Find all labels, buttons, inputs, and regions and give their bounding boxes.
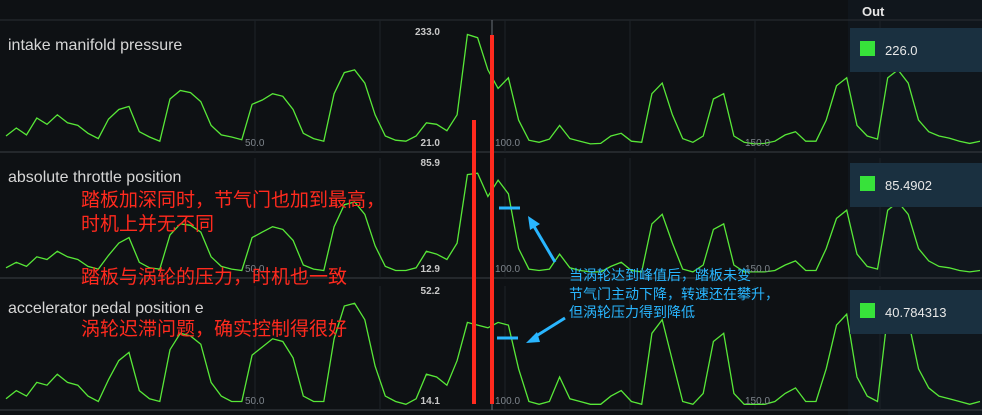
annotation-blue-2: 节气门主动下降，转速还在攀升， [569,287,779,303]
y-min-label-2: 12.9 [421,264,441,275]
readout-value-1: 226.0 [885,43,918,58]
y-min-label-1: 21.0 [421,138,441,149]
readout-value-2: 85.4902 [885,178,932,193]
x-tick-label: 100.0 [495,396,520,407]
x-tick-label: 100.0 [495,264,520,275]
indicator-square-2 [860,176,875,191]
y-min-label-3: 14.1 [421,396,441,407]
x-tick-label: 50.0 [245,138,265,149]
annotation-red-1: 踏板加深同时，节气门也加到最高， [81,189,386,211]
indicator-square-3 [860,303,875,318]
indicator-square-1 [860,41,875,56]
trace-label-1: intake manifold pressure [8,37,182,54]
y-max-label-3: 52.2 [421,286,441,297]
out-header: Out [862,4,885,19]
y-max-label-2: 85.9 [421,158,441,169]
x-tick-label: 100.0 [495,138,520,149]
x-tick-label: 150.0 [745,396,770,407]
chart-stage: Out intake manifold pressure 233.0 21.0 50.… [0,0,982,415]
x-tick-label: 150.0 [745,138,770,149]
annotation-red-2: 时机上并无不同 [81,213,215,235]
y-max-label-1: 233.0 [415,27,440,38]
trace-label-3: accelerator pedal position e [8,300,204,317]
annotation-red-3: 踏板与涡轮的压力，时机也一致 [81,266,348,288]
annotation-blue-3: 但涡轮压力得到降低 [569,305,695,321]
readout-value-3: 40.784313 [885,305,946,320]
trace-label-2: absolute throttle position [8,169,181,186]
x-tick-label: 50.0 [245,396,265,407]
annotation-blue-1: 当涡轮达到峰值后，踏板未变 [569,268,751,284]
annotation-red-4: 涡轮迟滞问题，确实控制得很好 [81,318,348,340]
